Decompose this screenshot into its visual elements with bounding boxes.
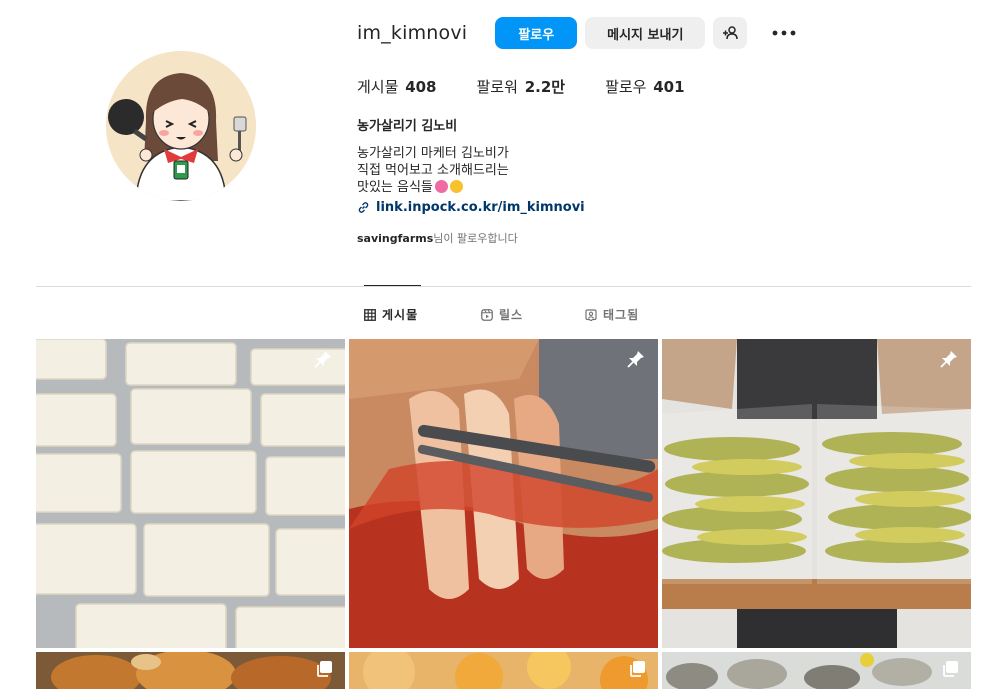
more-options-icon	[772, 30, 796, 36]
post-tofu[interactable]	[36, 339, 345, 648]
yum-emoji-icon	[449, 180, 463, 193]
tab-label: 게시물	[382, 308, 419, 322]
pin-icon	[314, 351, 331, 368]
tab-tagged[interactable]: 태그됨	[585, 306, 639, 323]
profile-stats: 게시물 408 팔로워 2.2만 팔로우 401	[357, 76, 725, 97]
bio-line: 농가살리기 마케터 김노비가	[357, 146, 509, 161]
message-button[interactable]: 메시지 보내기	[585, 17, 706, 49]
stat-label: 팔로워	[476, 78, 518, 96]
profile-bio: 농가살리기 마케터 김노비가 직접 먹어보고 소개해드리는 맛있는 음식들	[357, 145, 509, 196]
stat-label: 팔로우	[605, 78, 647, 96]
tab-reels[interactable]: 릴스	[481, 306, 523, 323]
followed-by-text: 님이 팔로우합니다	[433, 232, 518, 245]
post-roast-chicken[interactable]	[36, 652, 345, 689]
stat-following[interactable]: 팔로우 401	[605, 76, 685, 97]
tagged-icon	[585, 308, 597, 321]
multi-post-icon	[630, 661, 645, 677]
post-image	[662, 652, 971, 689]
post-image	[662, 339, 971, 648]
heart-eyes-emoji-icon	[434, 180, 448, 193]
profile-username: im_kimnovi	[357, 22, 468, 44]
stat-label: 게시물	[357, 78, 399, 96]
multi-post-icon	[317, 661, 332, 677]
website-link-text: link.inpock.co.kr/im_kimnovi	[376, 200, 585, 215]
bio-line: 맛있는 음식들	[357, 180, 433, 195]
tab-label: 태그됨	[603, 308, 640, 322]
avatar-illustration	[106, 51, 256, 201]
profile-header-row: im_kimnovi 팔로우 메시지 보내기	[357, 16, 799, 50]
stat-value: 408	[405, 78, 437, 96]
pin-icon	[627, 351, 644, 368]
post-pickles[interactable]	[662, 339, 971, 648]
profile-tabs: 게시물 릴스 태그됨	[0, 304, 1004, 324]
post-kimchi[interactable]	[349, 339, 658, 648]
stat-value: 2.2만	[524, 78, 566, 96]
active-tab-indicator	[364, 285, 421, 286]
post-image	[349, 652, 658, 689]
multi-post-icon	[943, 661, 958, 677]
profile-full-name: 농가살리기 김노비	[357, 119, 458, 134]
suggest-users-button[interactable]	[713, 17, 748, 49]
profile-website-link[interactable]: link.inpock.co.kr/im_kimnovi	[357, 200, 585, 215]
tab-label: 릴스	[499, 308, 524, 322]
stat-followers[interactable]: 팔로워 2.2만	[477, 76, 566, 97]
post-oysters[interactable]	[662, 652, 971, 689]
post-image	[36, 339, 345, 648]
post-citrus[interactable]	[349, 652, 658, 689]
add-user-icon	[723, 26, 739, 40]
stat-value: 401	[653, 78, 685, 96]
followed-by-user: savingfarms	[357, 232, 434, 245]
reels-icon	[481, 308, 493, 321]
post-image	[36, 652, 345, 689]
link-icon	[358, 202, 369, 213]
follow-button[interactable]: 팔로우	[495, 17, 578, 49]
profile-divider	[36, 286, 971, 287]
post-image	[349, 339, 658, 648]
bio-line: 직접 먹어보고 소개해드리는	[357, 163, 509, 178]
pin-icon	[940, 351, 957, 368]
options-button[interactable]	[769, 18, 799, 48]
grid-icon	[364, 308, 376, 321]
profile-avatar[interactable]	[106, 51, 256, 201]
tab-posts[interactable]: 게시물	[364, 306, 418, 323]
stat-posts: 게시물 408	[357, 76, 437, 97]
followed-by[interactable]: savingfarms님이 팔로우합니다	[357, 230, 518, 246]
